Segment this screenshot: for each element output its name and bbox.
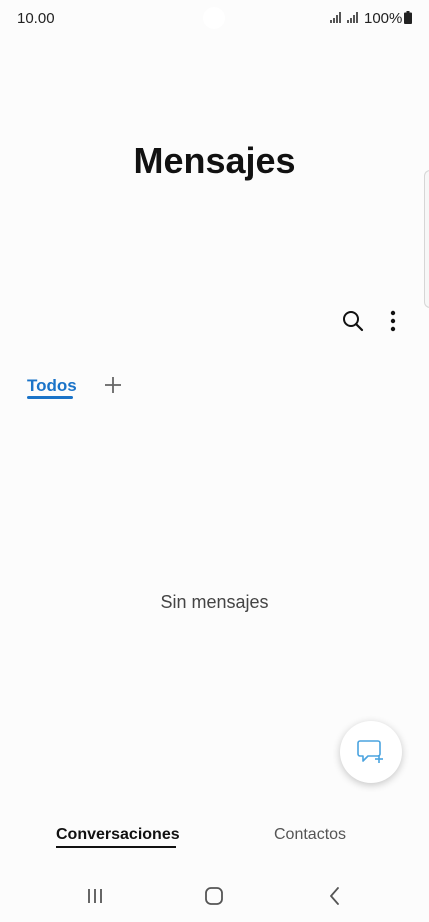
page-title: Mensajes [133,140,296,181]
camera-cutout [203,7,225,29]
back-button[interactable] [322,883,348,909]
signal-icon [330,12,341,23]
add-category-button[interactable] [100,372,126,398]
compose-message-button[interactable] [340,721,402,783]
messages-screen: 10.00 100% Mensajes Todos Sin mensajes C… [0,0,429,922]
search-button[interactable] [338,306,368,336]
signal-icon [347,12,358,23]
status-time: 10.00 [17,10,55,27]
new-message-icon [357,740,383,763]
empty-state-text: Sin mensajes [160,592,269,612]
search-icon [343,311,364,332]
recents-button[interactable] [82,883,108,909]
battery-percentage: 100% [364,10,403,27]
tab-todos[interactable]: Todos [27,376,77,396]
tab-contactos[interactable]: Contactos [274,826,346,844]
bottom-tab-indicator [56,846,176,848]
status-bar: 10.00 100% [0,0,429,36]
home-icon [205,887,223,905]
recents-icon [88,889,102,903]
home-button[interactable] [201,883,227,909]
plus-icon [105,377,121,393]
active-tab-indicator [27,396,73,399]
more-vertical-icon [390,310,396,332]
tab-conversaciones[interactable]: Conversaciones [56,826,180,844]
battery-icon [404,11,412,24]
edge-panel-handle[interactable] [424,170,429,308]
more-options-button[interactable] [378,306,408,336]
back-icon [330,887,339,905]
